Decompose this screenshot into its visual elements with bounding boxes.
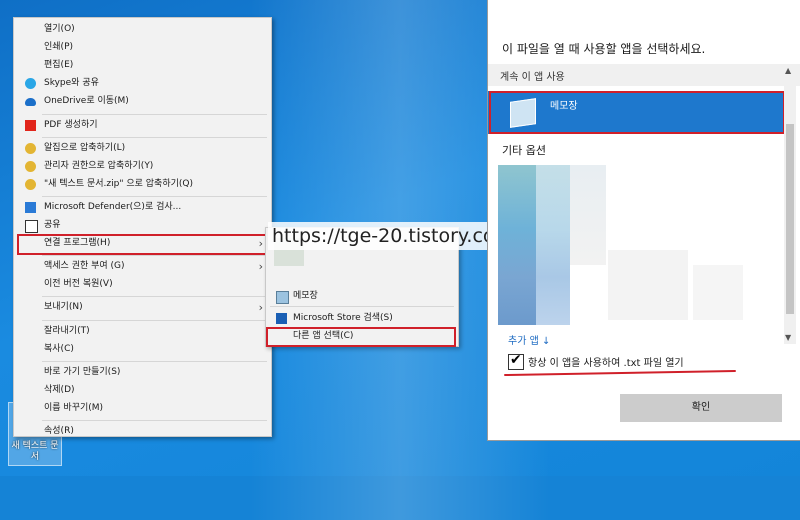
submenu-item-label: Microsoft Store 검색(S) xyxy=(293,313,393,323)
context-menu-item-label: "새 텍스트 문서.zip" 으로 압축하기(Q) xyxy=(44,178,193,189)
context-menu-item[interactable]: 공유 xyxy=(14,217,271,234)
context-menu-item-label: Skype와 공유 xyxy=(44,78,99,89)
alzip-icon xyxy=(25,142,36,154)
always-use-underline xyxy=(504,369,736,377)
alzip-icon xyxy=(25,178,36,190)
context-menu-item[interactable]: 관리자 권한으로 압축하기(Y) xyxy=(14,158,271,175)
always-use-label: 항상 이 앱을 사용하여 .txt 파일 열기 xyxy=(528,358,684,369)
context-menu-item[interactable]: PDF 생성하기 xyxy=(14,117,271,134)
desktop-file-label: 새 텍스트 문서 xyxy=(11,441,59,462)
continue-section-header: 계속 이 앱 사용 xyxy=(488,64,800,86)
blurred-app-tile xyxy=(536,165,570,325)
menu-separator xyxy=(42,195,267,197)
blurred-app-tile xyxy=(498,165,536,325)
context-menu-item-label: 보내기(N) xyxy=(44,302,83,313)
chevron-right-icon: › xyxy=(258,260,263,274)
context-menu-item-label: OneDrive로 이동(M) xyxy=(44,96,129,107)
always-use-checkbox[interactable] xyxy=(508,352,524,370)
dialog-title: 이 파일을 열 때 사용할 앱을 선택하세요. xyxy=(502,42,706,56)
open-with-dialog: 이 파일을 열 때 사용할 앱을 선택하세요. 계속 이 앱 사용 메모장 기타… xyxy=(487,0,800,441)
context-menu-item[interactable]: 액세스 권한 부여 (G) › xyxy=(14,258,271,275)
context-menu-item[interactable]: 바로 가기 만들기(S) xyxy=(14,364,271,381)
menu-separator xyxy=(42,255,267,257)
selected-app-highlight xyxy=(489,91,785,134)
context-menu: 열기(O) 인쇄(P) 편집(E) Skype와 공유 OneDrive로 이동(M) P… xyxy=(13,17,272,437)
alzip-icon xyxy=(25,160,36,172)
context-menu-item[interactable]: Microsoft Defender(으)로 검사... xyxy=(14,199,271,216)
notepad-icon xyxy=(276,291,289,304)
blurred-app-tile xyxy=(570,165,606,265)
more-apps-link[interactable]: 추가 앱 ↓ xyxy=(508,332,550,347)
submenu-item[interactable]: 메모장 xyxy=(266,288,458,305)
highlight-box xyxy=(17,234,270,256)
menu-separator xyxy=(42,296,267,298)
defender-icon xyxy=(25,201,36,213)
onedrive-icon xyxy=(25,98,36,107)
context-menu-item-label: 이름 바꾸기(M) xyxy=(44,402,104,413)
skype-icon xyxy=(25,78,36,90)
other-options-label: 기타 옵션 xyxy=(502,144,546,157)
context-menu-item[interactable]: 편집(E) xyxy=(14,57,271,74)
context-menu-item[interactable]: 잘라내기(T) xyxy=(14,323,271,340)
context-menu-item-label: 삭제(D) xyxy=(44,384,75,395)
context-menu-item-label: 공유 xyxy=(44,220,61,230)
context-menu-item[interactable]: OneDrive로 이동(M) xyxy=(14,93,271,110)
context-menu-item-label: Microsoft Defender(으)로 검사... xyxy=(44,201,182,212)
context-menu-item[interactable]: 속성(R) xyxy=(14,423,271,440)
blurred-app-tile xyxy=(693,265,743,320)
context-menu-item[interactable]: "새 텍스트 문서.zip" 으로 압축하기(Q) xyxy=(14,176,271,193)
store-icon xyxy=(276,313,287,324)
context-menu-item-label: 알집으로 압축하기(L) xyxy=(44,142,126,153)
submenu-item[interactable]: Microsoft Store 검색(S) xyxy=(266,310,458,327)
context-menu-item-label: 편집(E) xyxy=(44,60,74,71)
blurred-app-tile xyxy=(608,250,688,320)
pdf-icon xyxy=(25,119,36,131)
context-menu-item-label: 복사(C) xyxy=(44,343,74,354)
context-menu-item-label: PDF 생성하기 xyxy=(44,119,98,130)
context-menu-item[interactable]: 보내기(N) › xyxy=(14,299,271,316)
scroll-up-icon[interactable]: ▲ xyxy=(785,66,791,75)
context-menu-item[interactable]: 복사(C) xyxy=(14,341,271,358)
menu-separator xyxy=(270,306,454,307)
context-menu-item[interactable]: 이전 버전 복원(V) xyxy=(14,276,271,293)
chevron-right-icon: › xyxy=(258,301,263,315)
context-menu-item-label: 관리자 권한으로 압축하기(Y) xyxy=(44,160,154,171)
menu-separator xyxy=(42,420,267,421)
context-menu-item-label: 인쇄(P) xyxy=(44,42,74,53)
scroll-down-icon[interactable]: ▼ xyxy=(785,333,791,342)
context-menu-item-label: 속성(R) xyxy=(44,426,74,436)
menu-separator xyxy=(42,136,267,138)
context-menu-item[interactable]: 열기(O) xyxy=(14,21,271,38)
share-icon xyxy=(25,220,38,233)
context-menu-item-label: 열기(O) xyxy=(44,24,75,34)
submenu-item-label: 메모장 xyxy=(293,291,318,301)
highlight-box xyxy=(266,327,456,347)
context-menu-item[interactable]: 이름 바꾸기(M) xyxy=(14,400,271,417)
continue-section-label: 계속 이 앱 사용 xyxy=(500,72,565,83)
context-menu-item[interactable]: 알집으로 압축하기(L) xyxy=(14,140,271,157)
context-menu-item-label: 액세스 권한 부여 (G) xyxy=(44,261,125,272)
context-menu-item-label: 잘라내기(T) xyxy=(44,325,90,336)
context-menu-item[interactable]: Skype와 공유 xyxy=(14,75,271,92)
context-menu-item[interactable]: 인쇄(P) xyxy=(14,39,271,56)
ok-button[interactable]: 확인 xyxy=(620,394,782,422)
menu-separator xyxy=(42,113,267,115)
scrollbar-thumb[interactable] xyxy=(786,124,794,314)
context-menu-item-label: 이전 버전 복원(V) xyxy=(44,279,113,290)
menu-separator xyxy=(42,360,267,362)
menu-separator xyxy=(42,319,267,321)
context-menu-item-label: 바로 가기 만들기(S) xyxy=(44,366,121,377)
context-menu-item[interactable]: 삭제(D) xyxy=(14,382,271,399)
app-list-scrollbar[interactable]: ▲ ▼ xyxy=(784,64,796,344)
